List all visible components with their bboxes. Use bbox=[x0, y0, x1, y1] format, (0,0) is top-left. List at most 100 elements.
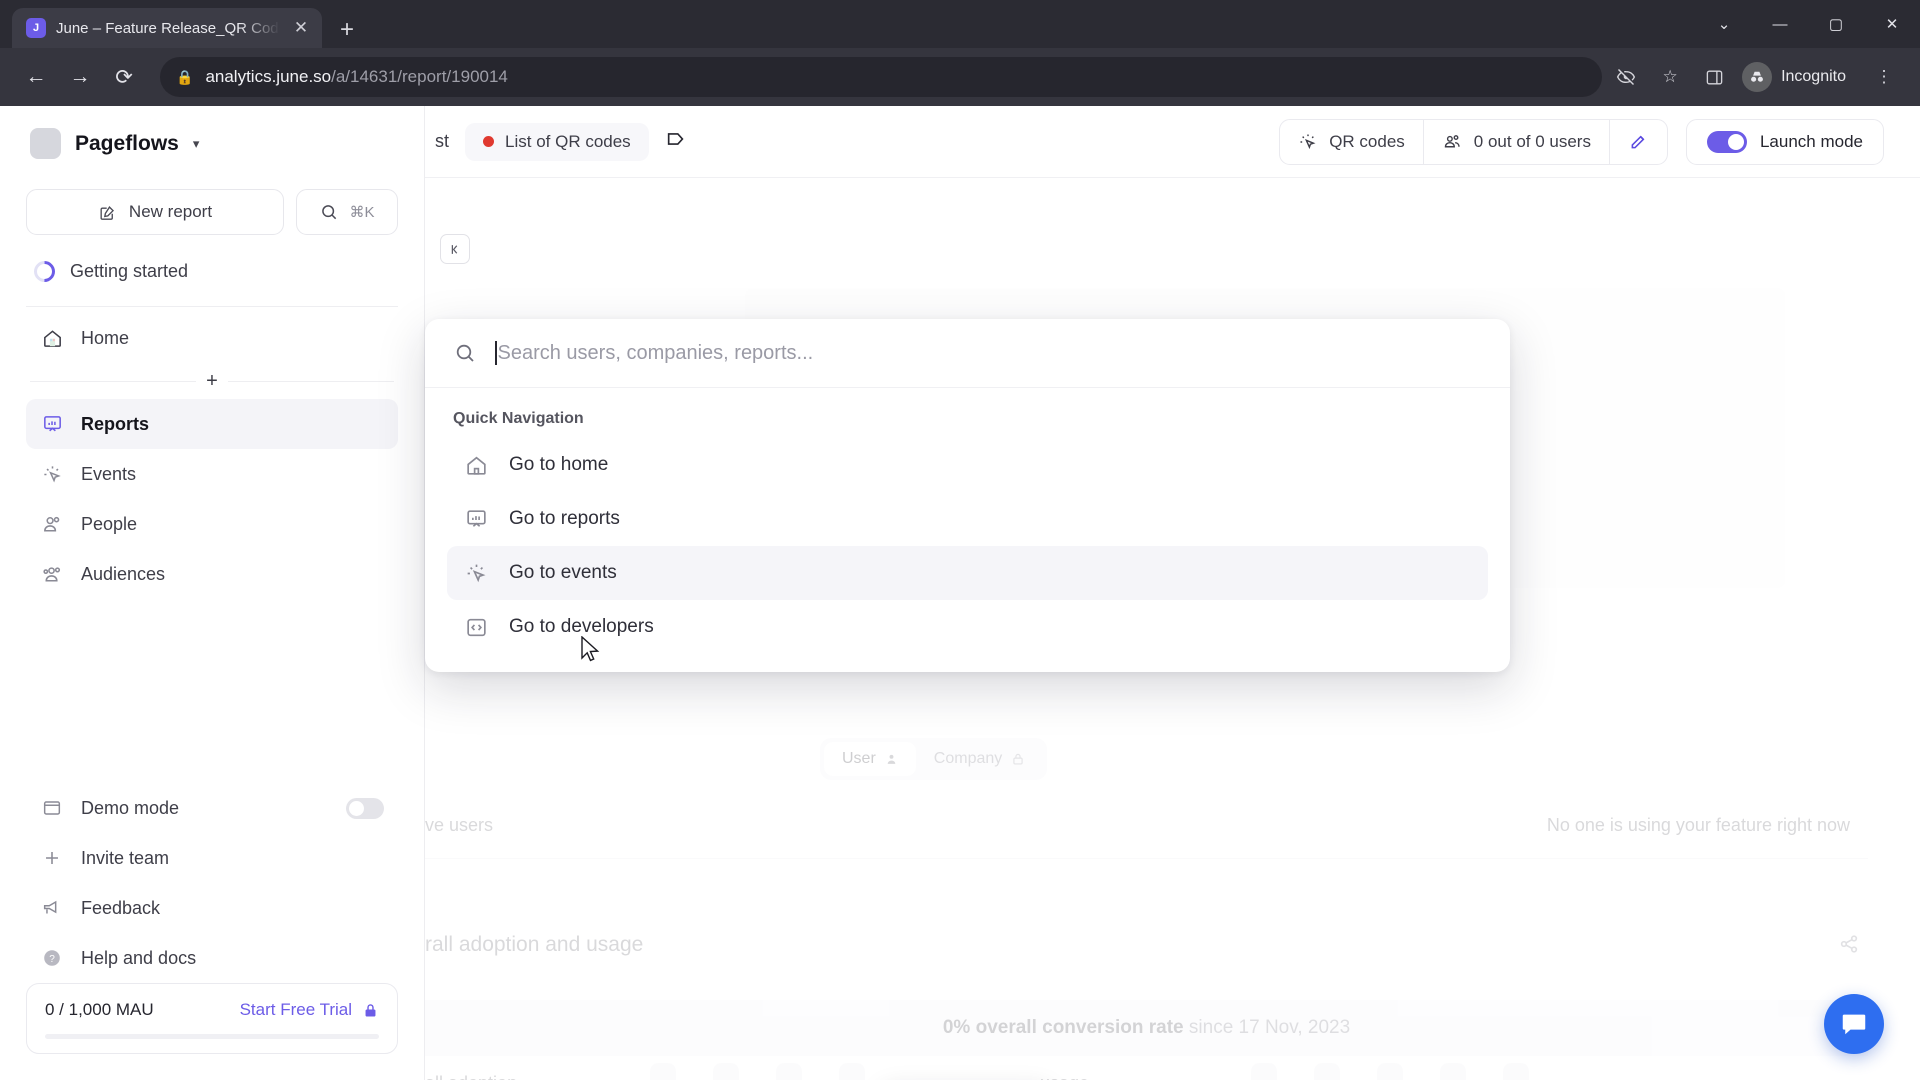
audiences-icon bbox=[1444, 135, 1460, 148]
search-button[interactable]: ⌘K bbox=[296, 189, 398, 235]
profile-incognito-button[interactable]: Incognito bbox=[1738, 58, 1860, 96]
star-icon[interactable]: ☆ bbox=[1650, 57, 1690, 97]
report-meta-group: QR codes 0 out of 0 users bbox=[1279, 118, 1668, 165]
palette-item-go-to-reports[interactable]: Go to reports bbox=[447, 492, 1488, 546]
segment-qr-codes[interactable]: QR codes bbox=[1280, 120, 1423, 164]
sidebar-item-invite-team[interactable]: Invite team bbox=[26, 833, 398, 883]
people-icon bbox=[40, 512, 64, 536]
share-icon[interactable] bbox=[1838, 933, 1860, 961]
segment-edit[interactable] bbox=[1608, 119, 1667, 164]
address-bar[interactable]: 🔒 analytics.june.so/a/14631/report/19001… bbox=[160, 57, 1603, 97]
chip-label: List of QR codes bbox=[505, 131, 631, 151]
getting-started-label: Getting started bbox=[70, 261, 189, 281]
add-section-divider: + bbox=[26, 363, 398, 399]
tag-icon[interactable] bbox=[665, 128, 687, 156]
demo-mode-toggle[interactable] bbox=[346, 797, 384, 819]
search-icon bbox=[322, 205, 337, 220]
report-name-chip[interactable]: List of QR codes bbox=[465, 122, 649, 161]
browser-tabstrip: J June – Feature Release_QR Code ✕ + ⌄ —… bbox=[0, 0, 1920, 48]
segment-users-count[interactable]: 0 out of 0 users bbox=[1422, 119, 1609, 164]
card-title-usage: usage bbox=[1040, 1073, 1089, 1080]
conversion-rate: 0% overall conversion rate bbox=[942, 1017, 1184, 1038]
events-click-icon bbox=[463, 560, 489, 586]
sidebar-item-label: Invite team bbox=[81, 847, 170, 868]
browser-tab[interactable]: J June – Feature Release_QR Code ✕ bbox=[12, 8, 322, 48]
home-icon bbox=[40, 326, 64, 350]
browser-window: J June – Feature Release_QR Code ✕ + ⌄ —… bbox=[0, 0, 1920, 1080]
side-panel-icon[interactable] bbox=[1694, 57, 1734, 97]
launch-mode-label: Launch mode bbox=[1759, 131, 1863, 151]
chevron-down-icon: ▾ bbox=[192, 135, 200, 151]
search-icon bbox=[456, 344, 474, 362]
plus-icon bbox=[40, 846, 64, 870]
sidebar-item-audiences[interactable]: Audiences bbox=[26, 549, 398, 599]
lock-purple-icon bbox=[365, 1003, 376, 1017]
breadcrumb[interactable]: st bbox=[435, 131, 449, 152]
minimize-icon[interactable]: — bbox=[1752, 0, 1808, 48]
eye-off-icon[interactable] bbox=[1606, 57, 1646, 97]
intercom-chat-button[interactable] bbox=[1824, 994, 1884, 1054]
sidebar-item-people[interactable]: People bbox=[26, 499, 398, 549]
browser-toolbar: ← → ⟳ 🔒 analytics.june.so/a/14631/report… bbox=[0, 48, 1920, 106]
divider bbox=[425, 858, 1868, 859]
palette-item-label: Go to home bbox=[509, 454, 609, 475]
close-icon[interactable]: ✕ bbox=[290, 18, 312, 38]
toggle-user[interactable]: User bbox=[824, 742, 916, 776]
user-company-toggle[interactable]: User Company bbox=[820, 738, 1048, 780]
sidebar-item-demo-mode[interactable]: Demo mode bbox=[26, 783, 398, 833]
skeleton-bar bbox=[1377, 1063, 1403, 1080]
user-label: User bbox=[842, 750, 876, 767]
no-one-using-label: No one is using your feature right now bbox=[1546, 815, 1850, 835]
sidebar-actions: New report ⌘K bbox=[26, 177, 398, 241]
sidebar-item-label: Reports bbox=[81, 413, 150, 434]
reload-icon[interactable]: ⟳ bbox=[104, 57, 144, 97]
adoption-title: rall adoption and usage bbox=[425, 933, 644, 956]
home-outline-icon bbox=[463, 452, 489, 478]
tab-title: June – Feature Release_QR Code bbox=[56, 19, 280, 37]
sidebar-item-label: Home bbox=[81, 327, 130, 348]
report-header: st List of QR codes QR codes 0 out of 0 … bbox=[425, 106, 1920, 178]
new-report-button[interactable]: New report bbox=[26, 189, 284, 235]
events-click-icon bbox=[1300, 134, 1316, 149]
sidebar-item-feedback[interactable]: Feedback bbox=[26, 883, 398, 933]
mau-progress-bar bbox=[45, 1034, 379, 1039]
search-input[interactable]: Search users, companies, reports... bbox=[495, 341, 1482, 365]
active-users-label: ve users bbox=[425, 815, 494, 835]
window-controls: ⌄ — ▢ ✕ bbox=[1696, 0, 1920, 48]
palette-item-go-to-events[interactable]: Go to events bbox=[447, 546, 1488, 600]
audiences-icon bbox=[40, 562, 64, 586]
progress-ring-icon bbox=[29, 256, 60, 287]
close-icon[interactable]: ✕ bbox=[1864, 0, 1920, 48]
back-arrow-icon[interactable]: ← bbox=[16, 57, 56, 97]
code-brackets-icon bbox=[463, 614, 489, 640]
url-text: analytics.june.so/a/14631/report/190014 bbox=[205, 67, 507, 87]
start-free-trial-link[interactable]: Start Free Trial bbox=[240, 1000, 352, 1020]
toggle-company[interactable]: Company bbox=[916, 742, 1043, 776]
chevron-down-icon[interactable]: ⌄ bbox=[1696, 0, 1752, 48]
palette-item-go-to-developers[interactable]: Go to developers bbox=[447, 600, 1488, 654]
toggle-switch-on[interactable] bbox=[1706, 130, 1747, 153]
workspace-switcher[interactable]: Pageflows ▾ bbox=[26, 106, 398, 177]
plus-icon[interactable]: + bbox=[206, 371, 218, 391]
text-caret bbox=[495, 341, 497, 365]
megaphone-icon bbox=[40, 896, 64, 920]
sidebar-item-reports[interactable]: Reports bbox=[26, 399, 398, 449]
sidebar-item-getting-started[interactable]: Getting started bbox=[26, 241, 398, 302]
url-domain: analytics.june.so bbox=[205, 67, 332, 86]
command-palette-search[interactable]: Search users, companies, reports... bbox=[425, 319, 1510, 388]
sidebar-item-label: Feedback bbox=[81, 897, 161, 918]
url-path: /a/14631/report/190014 bbox=[331, 67, 508, 86]
palette-item-go-to-home[interactable]: Go to home bbox=[447, 438, 1488, 492]
workspace-logo-icon bbox=[30, 128, 61, 159]
skeleton-bar bbox=[650, 1063, 676, 1080]
maximize-icon[interactable]: ▢ bbox=[1808, 0, 1864, 48]
collapse-sidebar-icon[interactable] bbox=[440, 234, 470, 264]
new-tab-button[interactable]: + bbox=[340, 18, 354, 42]
launch-mode-toggle[interactable]: Launch mode bbox=[1685, 118, 1884, 165]
forward-arrow-icon[interactable]: → bbox=[60, 57, 100, 97]
sidebar-item-home[interactable]: Home bbox=[26, 313, 398, 363]
intercom-chat-icon bbox=[1842, 1014, 1866, 1035]
kebab-menu-icon[interactable]: ⋮ bbox=[1864, 57, 1904, 97]
sidebar-item-help-and-docs[interactable]: ? Help and docs bbox=[26, 933, 398, 983]
sidebar-item-events[interactable]: Events bbox=[26, 449, 398, 499]
